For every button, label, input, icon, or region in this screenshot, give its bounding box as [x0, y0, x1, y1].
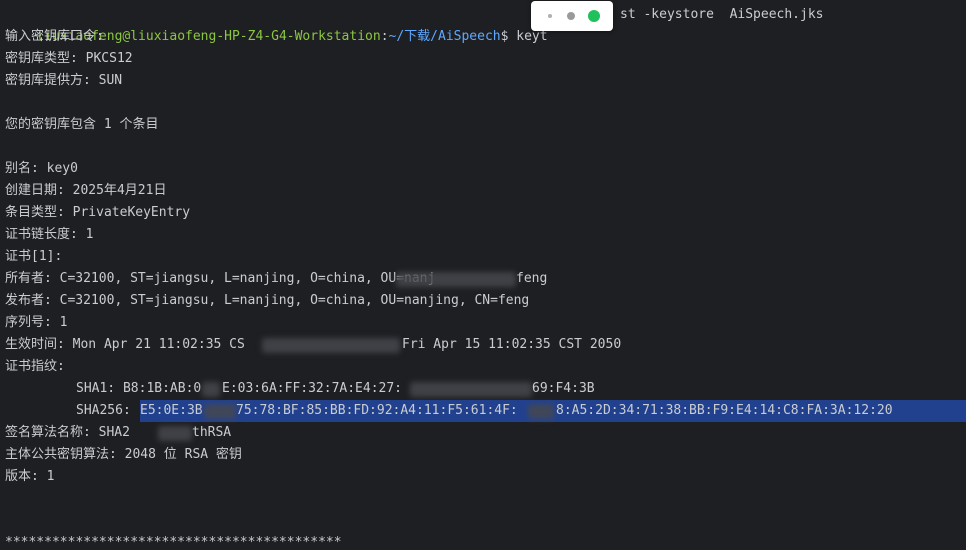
- redaction-blur: [262, 338, 400, 353]
- prompt-symbol: $: [500, 29, 517, 44]
- terminal-window[interactable]: liuxiaofeng@liuxiaofeng-HP-Z4-G4-Worksta…: [0, 0, 966, 550]
- issuer-line: 发布者: C=32100, ST=jiangsu, L=nanjing, O=c…: [5, 293, 530, 308]
- keystore-contains-line: 您的密钥库包含 1 个条目: [5, 117, 159, 132]
- redaction-blur: [202, 382, 220, 397]
- chain-length-line: 证书链长度: 1: [5, 227, 94, 242]
- validity-line-tail: Fri Apr 15 11:02:35 CST 2050: [402, 337, 622, 352]
- green-dot-icon[interactable]: [588, 10, 600, 22]
- sha1-line-mid: E:03:6A:FF:32:7A:E4:27:: [222, 381, 403, 396]
- redaction-blur: [158, 426, 192, 441]
- command-text-right: st -keystore AiSpeech.jks: [620, 7, 824, 22]
- stars-separator-line: ****************************************…: [5, 535, 342, 550]
- entry-type-line: 条目类型: PrivateKeyEntry: [5, 205, 191, 220]
- password-prompt-line: 输入密钥库口令:: [5, 29, 104, 44]
- redaction-blur: [396, 272, 516, 287]
- overlay-popup[interactable]: [531, 1, 613, 31]
- prompt-path: ~/下载/AiSpeech: [388, 29, 501, 44]
- gray-dot-icon[interactable]: [567, 12, 575, 20]
- sig-alg-line: 签名算法名称: SHA2: [5, 425, 130, 440]
- sha256-value-c: 8:A5:2D:34:71:38:BB:F9:E4:14:C8:FA:3A:12…: [556, 403, 893, 418]
- sig-alg-line-tail: thRSA: [192, 425, 232, 440]
- small-dot-icon: [548, 14, 552, 18]
- keystore-provider-line: 密钥库提供方: SUN: [5, 73, 123, 88]
- creation-date-line: 创建日期: 2025年4月21日: [5, 183, 167, 198]
- keystore-type-line: 密钥库类型: PKCS12: [5, 51, 133, 66]
- sha256-value-b: 75:78:BF:85:BB:FD:92:A4:11:F5:61:4F:: [236, 403, 518, 418]
- version-line: 版本: 1: [5, 469, 55, 484]
- owner-line-tail: feng: [516, 271, 548, 286]
- alias-line: 别名: key0: [5, 161, 78, 176]
- sha256-value-a: E5:0E:3B: [140, 403, 203, 418]
- prompt-separator: :: [380, 29, 389, 44]
- sha256-label: SHA256:: [76, 403, 139, 418]
- cert-index-line: 证书[1]:: [5, 249, 63, 264]
- fingerprints-line: 证书指纹:: [5, 359, 65, 374]
- pubkey-line: 主体公共密钥算法: 2048 位 RSA 密钥: [5, 447, 242, 462]
- redaction-blur: [528, 404, 554, 419]
- redaction-blur: [204, 404, 236, 419]
- owner-line: 所有者: C=32100, ST=jiangsu, L=nanjing, O=c…: [5, 271, 436, 286]
- sha1-line: SHA1: B8:1B:AB:0: [76, 381, 202, 396]
- prompt-line: liuxiaofeng@liuxiaofeng-HP-Z4-G4-Worksta…: [5, 4, 547, 44]
- validity-line: 生效时间: Mon Apr 21 11:02:35 CS: [5, 337, 245, 352]
- command-text-left: keyt: [516, 29, 548, 44]
- sha1-line-tail: 69:F4:3B: [532, 381, 595, 396]
- serial-line: 序列号: 1: [5, 315, 68, 330]
- redaction-blur: [410, 382, 532, 397]
